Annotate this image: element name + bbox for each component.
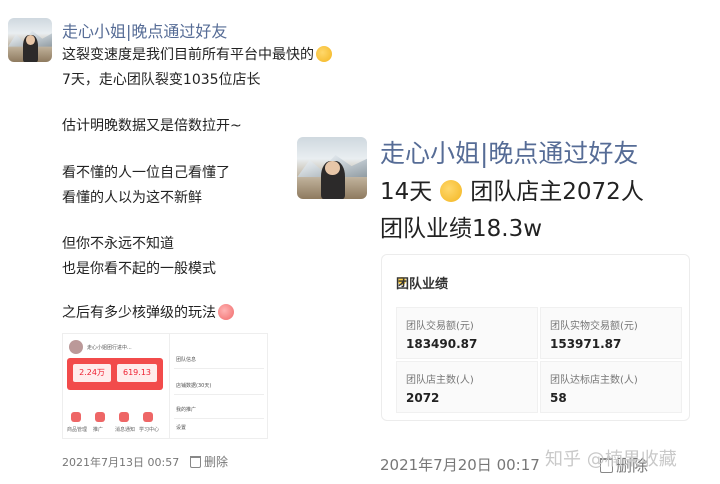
stat-cell: 团队交易额(元) 183490.87 xyxy=(396,307,538,359)
cat-face-icon xyxy=(316,46,332,62)
shocked-face-icon xyxy=(218,304,234,320)
thumb-stat: 619.13 xyxy=(117,364,157,382)
post-author-name[interactable]: 走心小姐|晚点通过好友 xyxy=(380,134,638,170)
post-text-line: 估计明晚数据又是倍数拉开~ xyxy=(62,118,242,134)
thumb-bag-icon xyxy=(143,412,153,422)
thumb-title: 走心小姐团行进中... xyxy=(87,345,132,351)
card-title: 团队业绩 xyxy=(396,277,449,292)
post-text-line: 但你不永远不知道 xyxy=(62,236,174,252)
grinning-face-icon xyxy=(440,180,463,202)
stat-cell: 团队店主数(人) 2072 xyxy=(396,361,538,413)
thumb-icon-label: 商品管理 xyxy=(67,427,88,433)
thumb-video-icon xyxy=(119,412,129,422)
post-text-line: 之后有多少核弹级的玩法 xyxy=(62,302,234,322)
thumb-gift-icon xyxy=(95,412,105,422)
thumb-icon-label: 消息通知 xyxy=(115,427,136,433)
post-text-line: 看懂的人以为这不新鲜 xyxy=(62,190,202,206)
thumb-icon-label: 学习中心 xyxy=(139,427,160,433)
delete-button[interactable]: 删除 xyxy=(190,453,228,470)
trash-icon xyxy=(190,456,201,468)
post-text-line: 7天，走心团队裂变1035位店长 xyxy=(62,72,261,88)
post-text-line: 也是你看不起的一般模式 xyxy=(62,261,216,277)
thumb-row-label: 我的推广 xyxy=(176,407,197,413)
post-text-line: 这裂变速度是我们目前所有平台中最快的 xyxy=(62,44,332,64)
thumb-icon-label: 推广 xyxy=(93,427,104,433)
post-text-line: 14天 团队店主2072人 xyxy=(380,179,644,205)
thumb-row-label: 设置 xyxy=(176,425,187,431)
thumb-row-label: 店铺数据(30天) xyxy=(176,383,212,389)
post-image-thumbnail[interactable]: 走心小姐团行进中... 2.24万 619.13 商品管理 推广 消息通知 学习… xyxy=(62,333,268,439)
post-timestamp: 2021年7月13日 00:57 xyxy=(62,456,180,469)
avatar[interactable] xyxy=(297,137,367,199)
thumb-heart-icon xyxy=(71,412,81,422)
post-timestamp: 2021年7月20日 00:17 xyxy=(380,456,540,474)
avatar[interactable] xyxy=(8,18,52,62)
post-text-line: 团队业绩18.3w xyxy=(380,216,543,242)
stat-cell: 团队达标店主数(人) 58 xyxy=(540,361,682,413)
thumb-stat: 2.24万 xyxy=(73,364,111,382)
avatar xyxy=(69,340,83,354)
watermark: 知乎 @楠果收藏 xyxy=(545,449,677,470)
post-author-name[interactable]: 走心小姐|晚点通过好友 xyxy=(62,18,227,42)
post-text-line: 看不懂的人一位自己看懂了 xyxy=(62,165,230,181)
thumb-row-label: 团队信息 xyxy=(176,357,197,363)
stat-cell: 团队实物交易额(元) 153971.87 xyxy=(540,307,682,359)
team-performance-card: 团队业绩 团队交易额(元) 183490.87 团队实物交易额(元) 15397… xyxy=(381,254,690,421)
